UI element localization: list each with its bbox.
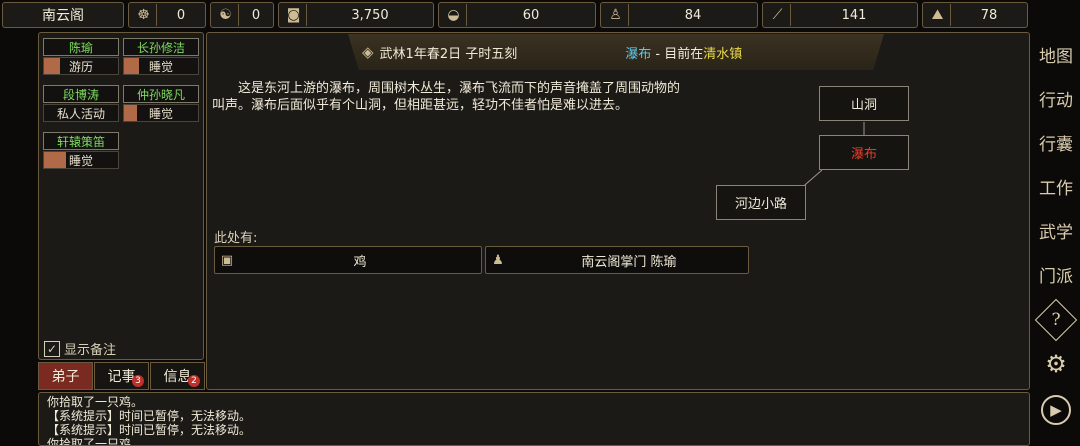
resource-value: 84: [684, 7, 702, 23]
work-button[interactable]: 工作: [1036, 166, 1076, 206]
map-node-cave[interactable]: 山洞: [819, 86, 909, 121]
bag-button[interactable]: 行囊: [1036, 122, 1076, 162]
tab-messages[interactable]: 信息 2: [150, 362, 205, 390]
activity-progress-bar: [124, 105, 138, 121]
resource-value: 60: [522, 7, 540, 23]
tab-disciples[interactable]: 弟子: [38, 362, 93, 390]
martial-label: 武学: [1039, 222, 1073, 243]
map-label: 地图: [1039, 46, 1073, 67]
bag-label: 行囊: [1039, 134, 1073, 155]
activity-progress-bar: [44, 58, 61, 74]
copper-coin-icon: ◙: [281, 4, 307, 26]
wood-log-icon: ⟋: [765, 4, 791, 26]
resource-wine[interactable]: ♙ 84: [600, 2, 758, 28]
play-button[interactable]: ▶: [1036, 390, 1076, 430]
resource-money[interactable]: ◙ 3,750: [278, 2, 434, 28]
resource-yinyang[interactable]: ☯ 0: [210, 2, 274, 28]
location-separator: - 目前在: [651, 46, 704, 62]
disciple-card[interactable]: 仲孙晓凡 睡觉: [123, 85, 199, 123]
disciple-status: 睡觉: [123, 104, 199, 122]
here-item-label: 鸡: [353, 254, 367, 270]
here-item-label: 南云阁掌门 陈瑜: [581, 254, 677, 270]
log-line: 【系统提示】时间已暂停，无法移动。: [47, 409, 252, 423]
disciple-name: 长孙修洁: [123, 38, 199, 56]
action-label: 行动: [1039, 90, 1073, 111]
resource-value: 0: [176, 7, 186, 23]
play-icon: ▶: [1041, 395, 1071, 425]
resource-value: 3,750: [351, 7, 389, 23]
current-location: 瀑布: [625, 46, 652, 62]
show-notes-toggle[interactable]: ✓ 显示备注: [44, 339, 116, 358]
yinyang-icon: ☯: [213, 4, 239, 26]
resource-food[interactable]: ◒ 60: [438, 2, 596, 28]
martial-button[interactable]: 武学: [1036, 210, 1076, 250]
game-date: 武林1年春2日 子时五刻: [379, 46, 518, 62]
disciple-status: 睡觉: [43, 151, 119, 169]
activity-progress-bar: [124, 58, 139, 74]
help-icon: ?: [1051, 310, 1061, 330]
disciple-name: 仲孙晓凡: [123, 85, 199, 103]
person-icon: ♟: [492, 252, 504, 268]
sect-name-button[interactable]: 南云阁: [2, 2, 124, 28]
map-node-waterfall-current[interactable]: 瀑布: [819, 135, 909, 170]
disciple-card[interactable]: 段博涛 私人活动: [43, 85, 119, 123]
disciple-status: 游历: [43, 57, 119, 75]
activity-progress-bar: [44, 152, 67, 168]
resource-silver[interactable]: ☸ 0: [128, 2, 206, 28]
log-line: 你拾取了一只鸡: [47, 437, 132, 446]
disciple-status: 私人活动: [43, 104, 119, 122]
sect-button[interactable]: 门派: [1036, 254, 1076, 294]
map-node-river-path[interactable]: 河边小路: [716, 185, 806, 220]
disciple-status: 睡觉: [123, 57, 199, 75]
log-line: 你拾取了一只鸡。: [47, 395, 144, 409]
help-button[interactable]: ?: [1034, 298, 1078, 342]
message-log[interactable]: 你拾取了一只鸡。 【系统提示】时间已暂停，无法移动。 【系统提示】时间已暂停，无…: [38, 392, 1030, 446]
tab-journal[interactable]: 记事 3: [94, 362, 149, 390]
sect-label: 门派: [1039, 266, 1073, 287]
rice-bowl-icon: ◒: [441, 4, 467, 26]
disciple-card[interactable]: 长孙修洁 睡觉: [123, 38, 199, 76]
location-description: 这是东河上游的瀑布，周围树木丛生，瀑布飞流而下的声音掩盖了周围动物的叫声。瀑布后…: [212, 81, 681, 113]
resource-value: 0: [251, 7, 261, 23]
crate-icon: ▣: [220, 252, 234, 268]
here-item-chicken[interactable]: ▣ 鸡: [214, 246, 482, 274]
gourd-icon: ♙: [603, 4, 629, 26]
coin-pouch-icon: ☸: [131, 4, 157, 26]
log-line: 【系统提示】时间已暂停，无法移动。: [47, 423, 252, 437]
action-button[interactable]: 行动: [1036, 78, 1076, 118]
work-label: 工作: [1039, 178, 1073, 199]
map-button[interactable]: 地图: [1036, 34, 1076, 74]
show-notes-label: 显示备注: [64, 343, 117, 358]
disciple-name: 轩辕策笛: [43, 132, 119, 150]
resource-value: 141: [841, 7, 867, 23]
here-item-sect-leader[interactable]: ♟ 南云阁掌门 陈瑜: [485, 246, 749, 274]
disciples-panel: [38, 32, 204, 360]
gear-icon: ⚙: [1045, 350, 1067, 378]
resource-wood[interactable]: ⟋ 141: [762, 2, 918, 28]
unread-badge: 2: [188, 375, 200, 387]
checkbox-icon[interactable]: ✓: [44, 340, 60, 357]
disciple-card[interactable]: 轩辕策笛 睡觉: [43, 132, 119, 170]
settings-button[interactable]: ⚙: [1036, 344, 1076, 384]
compass-icon: ◈: [362, 43, 374, 61]
current-town: 清水镇: [703, 46, 743, 62]
resource-ore[interactable]: ⛰ 78: [922, 2, 1028, 28]
disciple-card[interactable]: 陈瑜 游历: [43, 38, 119, 76]
disciple-name: 陈瑜: [43, 38, 119, 56]
unread-badge: 3: [132, 375, 144, 387]
disciple-name: 段博涛: [43, 85, 119, 103]
ore-icon: ⛰: [925, 4, 951, 26]
location-header: ◈ 武林1年春2日 子时五刻 瀑布 - 目前在 清水镇: [348, 34, 884, 70]
resource-value: 78: [980, 7, 998, 23]
here-label: 此处有:: [214, 231, 258, 246]
